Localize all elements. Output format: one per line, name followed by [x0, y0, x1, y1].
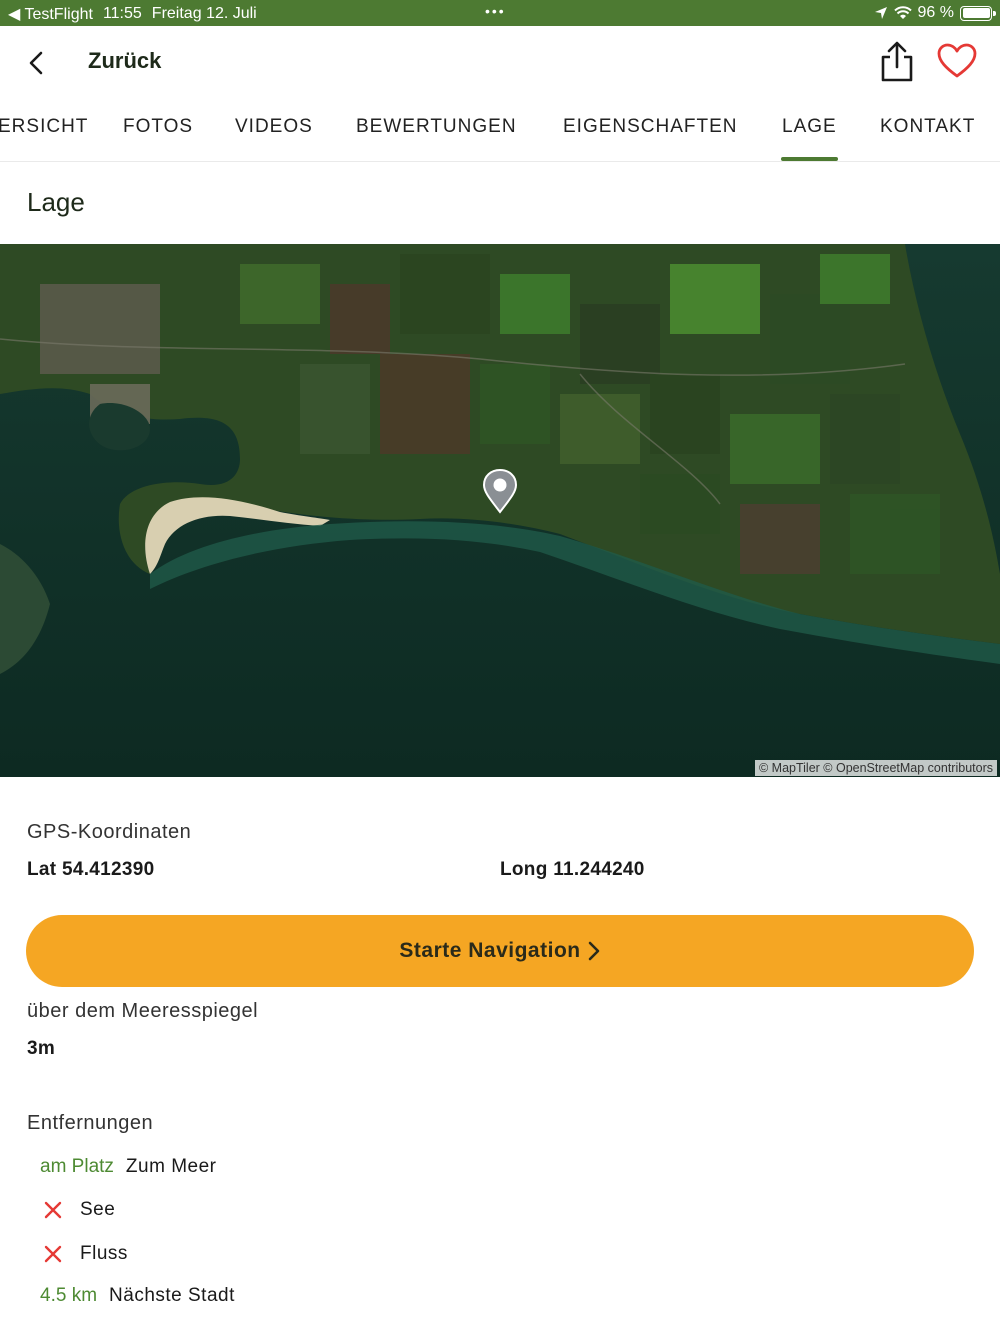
tab-uebersicht[interactable]: ERSICHT — [0, 116, 88, 138]
status-date: Freitag 12. Juli — [151, 5, 257, 22]
tab-fotos[interactable]: FOTOS — [123, 116, 193, 138]
status-time: 11:55 — [102, 5, 142, 22]
back-button[interactable]: Zurück — [88, 48, 161, 74]
distance-label: See — [80, 1199, 116, 1220]
tab-lage[interactable]: LAGE — [782, 116, 837, 138]
battery-percent: 96 % — [917, 4, 954, 21]
status-bar: ◀ TestFlight 11:55 Freitag 12. Juli ••• … — [0, 0, 1000, 26]
gps-long: Long 11.244240 — [500, 859, 645, 880]
list-item: See — [40, 1199, 115, 1221]
gps-lat: Lat 54.412390 — [27, 859, 155, 880]
start-navigation-label: Starte Navigation — [399, 939, 581, 962]
distance-label: Zum Meer — [125, 1156, 217, 1177]
list-item: am Platz Zum Meer — [40, 1156, 217, 1178]
elevation-label: über dem Meeresspiegel — [27, 1000, 259, 1022]
heart-icon[interactable] — [936, 42, 978, 80]
distance-label: Fluss — [80, 1243, 128, 1264]
active-tab-indicator — [781, 157, 838, 161]
section-title: Lage — [27, 187, 85, 217]
map-view[interactable]: © MapTiler © OpenStreetMap contributors — [0, 244, 1000, 777]
chevron-right-icon — [588, 941, 599, 961]
distances-label: Entfernungen — [27, 1112, 154, 1134]
list-item: Fluss — [40, 1243, 128, 1265]
list-item: 4.5 km Nächste Stadt — [40, 1285, 235, 1307]
distance-label: Nächste Stadt — [109, 1285, 235, 1306]
location-arrow-icon — [874, 7, 887, 19]
distance-value: am Platz — [40, 1156, 114, 1177]
chevron-left-icon[interactable] — [22, 48, 52, 78]
distance-value: 4.5 km — [40, 1285, 98, 1306]
tab-eigenschaften[interactable]: EIGENSCHAFTEN — [563, 116, 738, 138]
tab-videos[interactable]: VIDEOS — [235, 116, 313, 138]
elevation-value: 3m — [27, 1038, 56, 1059]
battery-icon — [960, 5, 996, 21]
back-to-testflight-link[interactable]: ◀ TestFlight — [8, 4, 93, 24]
start-navigation-button[interactable]: Starte Navigation — [26, 915, 974, 987]
multitasking-dots[interactable]: ••• — [485, 3, 506, 19]
x-icon — [44, 1245, 62, 1263]
tab-bewertungen[interactable]: BEWERTUNGEN — [356, 116, 517, 138]
gps-label: GPS-Koordinaten — [27, 821, 192, 843]
share-icon[interactable] — [876, 40, 918, 84]
map-attribution[interactable]: © MapTiler © OpenStreetMap contributors — [754, 760, 997, 776]
location-pin-icon[interactable] — [482, 468, 518, 514]
wifi-icon — [893, 6, 912, 19]
detail-tabs: ERSICHT FOTOS VIDEOS BEWERTUNGEN EIGENSC… — [0, 98, 1000, 162]
x-icon — [44, 1201, 62, 1219]
top-nav-bar: Zurück — [0, 26, 1000, 98]
tab-kontakt[interactable]: KONTAKT — [880, 116, 975, 138]
